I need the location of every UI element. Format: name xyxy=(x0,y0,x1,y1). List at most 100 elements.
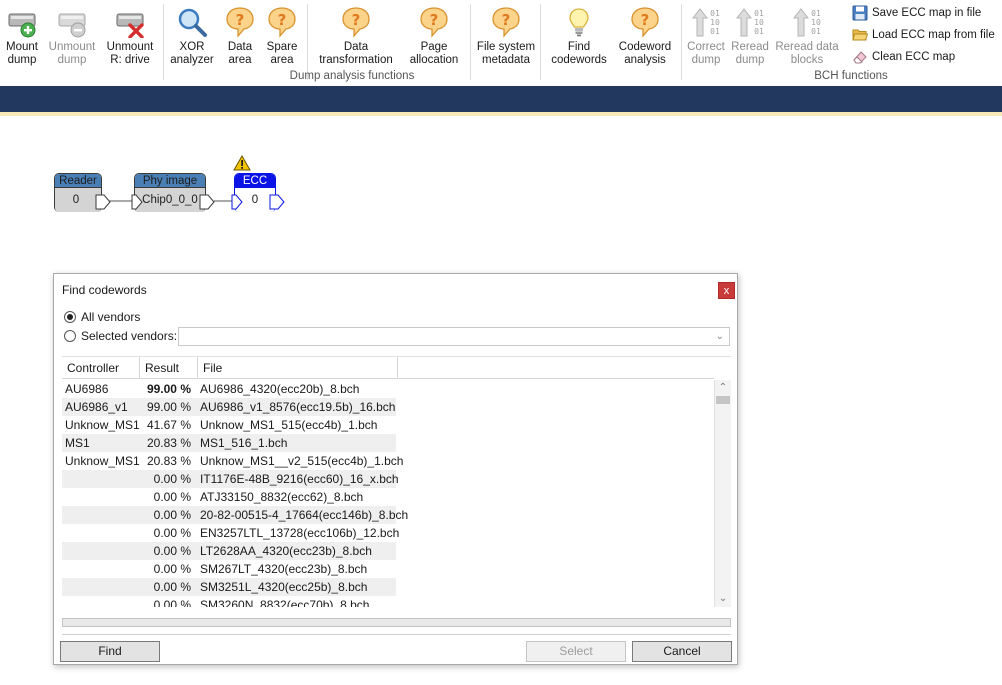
file-system-metadata-button[interactable]: ? File system metadata xyxy=(475,4,537,68)
all-vendors-radio[interactable]: All vendors xyxy=(64,309,140,325)
correct-dump-button[interactable]: 01 10 01 Correct dump xyxy=(684,4,728,68)
accent-line xyxy=(0,112,1002,116)
controller-cell: Unknow_MS1 xyxy=(65,418,140,432)
scroll-down-icon[interactable]: ⌄ xyxy=(715,591,731,607)
column-header-controller[interactable]: Controller xyxy=(62,357,140,379)
column-header-result[interactable]: Result xyxy=(140,357,198,379)
table-row[interactable]: 0.00 % EN3257LTL_13728(ecc106b)_12.bch xyxy=(62,524,400,542)
vendor-select[interactable]: ⌄ xyxy=(178,327,730,346)
file-cell: MS1_516_1.bch xyxy=(200,436,288,450)
spare-area-button[interactable]: ? Spare area xyxy=(262,4,302,68)
table-row[interactable]: Unknow_MS1 41.67 % Unknow_MS1_515(ecc4b)_1… xyxy=(62,416,396,434)
table-row[interactable]: 0.00 % 20-82-00515-4_17664(ecc146b)_8.bch xyxy=(62,506,408,524)
table-row[interactable]: AU6986 99.00 % AU6986_4320(ecc20b)_8.bch xyxy=(62,380,396,398)
magnifier-icon xyxy=(176,6,208,38)
page-allocation-button[interactable]: ? Page allocation xyxy=(404,4,464,68)
reread-data-blocks-button[interactable]: 01 10 01 Reread data blocks xyxy=(773,4,841,68)
xor-analyzer-button[interactable]: XOR analyzer xyxy=(168,4,216,68)
file-cell: AU6986_v1_8576(ecc19.5b)_16.bch xyxy=(200,400,396,414)
selected-vendors-radio[interactable]: Selected vendors: xyxy=(64,328,177,344)
find-codewords-label: Find codewords xyxy=(551,41,607,66)
result-cell: 0.00 % xyxy=(153,508,191,522)
svg-text:?: ? xyxy=(352,11,361,29)
result-cell: 99.00 % xyxy=(146,400,191,414)
folder-open-icon xyxy=(852,27,869,43)
divider xyxy=(62,634,731,635)
phy-image-node[interactable]: Phy image Chip0_0_0 xyxy=(131,173,215,212)
output-port-icon[interactable] xyxy=(199,194,215,210)
reader-node[interactable]: Reader 0 xyxy=(54,173,111,212)
unmount-dump-button[interactable]: Unmount dump xyxy=(46,4,98,68)
scroll-up-icon[interactable]: ⌃ xyxy=(715,380,731,396)
result-cell: 99.00 % xyxy=(146,382,191,396)
table-row[interactable]: 0.00 % ATJ33150_8832(ecc62)_8.bch xyxy=(62,488,396,506)
codeword-analysis-label: Codeword analysis xyxy=(618,41,672,66)
file-cell: Unknow_MS1__v2_515(ecc4b)_1.bch xyxy=(200,454,404,468)
file-system-metadata-label: File system metadata xyxy=(476,41,536,66)
svg-text:10: 10 xyxy=(710,18,720,27)
ribbon-separator xyxy=(540,4,541,80)
ecc-node[interactable]: ECC 0 xyxy=(231,173,285,212)
search-progress-bar xyxy=(62,618,731,627)
clean-ecc-map-label: Clean ECC map xyxy=(872,51,956,63)
column-header-file[interactable]: File xyxy=(198,357,398,379)
output-port-icon[interactable] xyxy=(269,194,285,210)
data-area-button[interactable]: ? Data area xyxy=(220,4,260,68)
file-cell: AU6986_4320(ecc20b)_8.bch xyxy=(200,382,360,396)
table-row[interactable]: MS1 20.83 % MS1_516_1.bch xyxy=(62,434,396,452)
unmount-r-drive-button[interactable]: Unmount R: drive xyxy=(102,4,158,68)
save-icon xyxy=(852,5,868,21)
data-transformation-button[interactable]: ? Data transformation xyxy=(314,4,398,68)
load-ecc-map-button[interactable]: Load ECC map from file xyxy=(852,26,995,44)
svg-text:?: ? xyxy=(641,11,650,29)
reread-dump-button[interactable]: 01 10 01 Reread dump xyxy=(729,4,771,68)
table-row[interactable]: 0.00 % SM267LT_4320(ecc23b)_8.bch xyxy=(62,560,396,578)
input-port-icon[interactable] xyxy=(131,194,143,210)
vertical-scrollbar[interactable]: ⌃ ⌄ xyxy=(714,380,731,607)
eraser-icon xyxy=(852,49,868,65)
table-row[interactable]: 0.00 % IT1176E-48B_9216(ecc60)_16_x.bch xyxy=(62,470,399,488)
selected-vendors-label: Selected vendors: xyxy=(81,329,178,343)
svg-text:01: 01 xyxy=(811,9,821,18)
drive-add-icon xyxy=(6,6,38,38)
load-ecc-map-label: Load ECC map from file xyxy=(872,29,995,41)
select-button[interactable]: Select xyxy=(526,641,626,662)
find-button[interactable]: Find xyxy=(60,641,160,662)
unmount-r-drive-label: Unmount R: drive xyxy=(106,41,154,66)
close-button[interactable]: x xyxy=(718,282,735,299)
unmount-dump-label: Unmount dump xyxy=(48,41,96,66)
save-ecc-map-label: Save ECC map in file xyxy=(872,7,982,19)
controller-cell: AU6986_v1 xyxy=(65,400,128,414)
file-cell: ATJ33150_8832(ecc62)_8.bch xyxy=(200,490,364,504)
codeword-analysis-button[interactable]: ? Codeword analysis xyxy=(614,4,676,68)
input-port-icon[interactable] xyxy=(231,194,243,210)
svg-text:01: 01 xyxy=(811,27,821,36)
ribbon-separator xyxy=(681,4,682,80)
result-cell: 0.00 % xyxy=(153,472,191,486)
table-row[interactable]: Unknow_MS1 20.83 % Unknow_MS1__v2_515(ecc4… xyxy=(62,452,403,470)
mount-dump-button[interactable]: Mount dump xyxy=(0,4,44,68)
phy-image-node-title: Phy image xyxy=(135,174,205,188)
group-label-dump-analysis: Dump analysis functions xyxy=(289,70,415,82)
output-port-icon[interactable] xyxy=(95,194,111,210)
question-icon: ? xyxy=(629,6,661,38)
clean-ecc-map-button[interactable]: Clean ECC map xyxy=(852,48,955,66)
ribbon-separator xyxy=(307,4,308,80)
table-row[interactable]: 0.00 % SM3251L_4320(ecc25b)_8.bch xyxy=(62,578,396,596)
svg-text:01: 01 xyxy=(754,9,764,18)
find-codewords-button[interactable]: Find codewords xyxy=(548,4,610,68)
table-row[interactable]: 0.00 % LT2628AA_4320(ecc23b)_8.bch xyxy=(62,542,396,560)
scrollbar-thumb[interactable] xyxy=(716,396,730,404)
file-cell: IT1176E-48B_9216(ecc60)_16_x.bch xyxy=(200,472,399,486)
cancel-button[interactable]: Cancel xyxy=(632,641,732,662)
table-row[interactable]: 0.00 % SM3260N_8832(ecc70b)_8.bch xyxy=(62,596,396,607)
svg-text:?: ? xyxy=(236,11,245,29)
drive-delete-icon xyxy=(114,6,146,39)
svg-text:10: 10 xyxy=(754,18,764,27)
file-cell: Unknow_MS1_515(ecc4b)_1.bch xyxy=(200,418,378,432)
result-cell: 0.00 % xyxy=(153,544,191,558)
table-row[interactable]: AU6986_v1 99.00 % AU6986_v1_8576(ecc19.5b)… xyxy=(62,398,396,416)
save-ecc-map-button[interactable]: Save ECC map in file xyxy=(852,4,981,22)
controller-cell: Unknow_MS1 xyxy=(65,454,140,468)
data-area-label: Data area xyxy=(227,41,253,66)
